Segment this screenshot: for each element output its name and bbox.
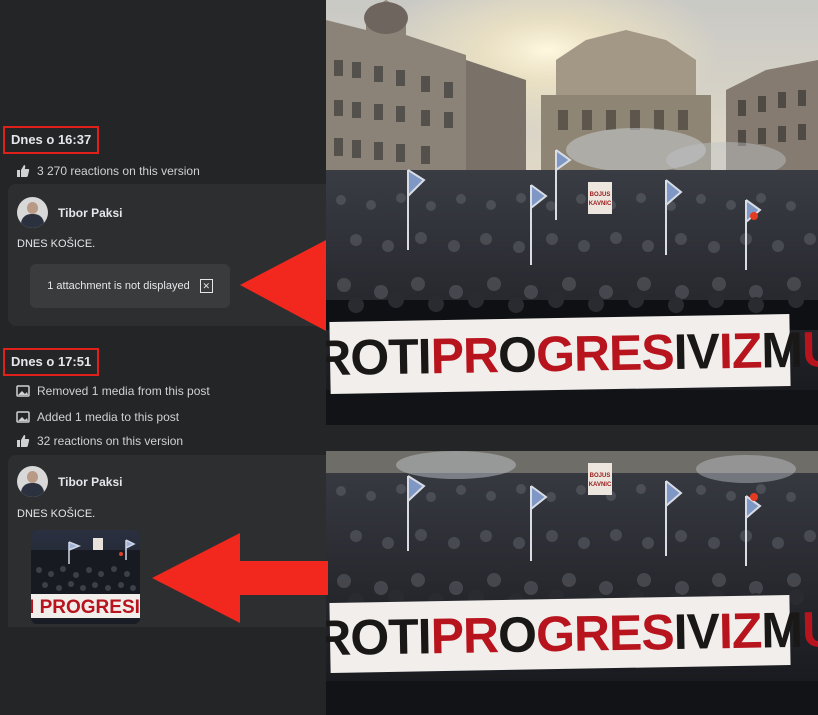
protest-photo-2: BOJUS KAVNIC [326, 451, 818, 715]
protest-photo-edited: BOJUS KAVNIC PROTI PR O GRES IV IZ M U [326, 451, 818, 715]
banner-word: O [497, 326, 537, 384]
author-name[interactable]: Tibor Paksi [58, 475, 122, 489]
banner-word: IV [673, 323, 720, 381]
banner-word: IZ [718, 602, 762, 660]
avatar[interactable] [17, 197, 48, 228]
banner-word: U [801, 601, 818, 658]
post-text: DNES KOŠICE. [17, 238, 96, 250]
protest-photo-original: BOJUS KAVNIC PROTI PR O GRES IV IZ M U [326, 0, 818, 425]
svg-text:KAVNIC: KAVNIC [589, 482, 612, 488]
banner-word: GRES [535, 604, 675, 663]
banner-word: IV [673, 603, 720, 661]
photo-icon [16, 385, 30, 397]
banner-word: U [801, 321, 818, 378]
change-added-row: Added 1 media to this post [16, 409, 179, 425]
reactions-row-2: 32 reactions on this version [16, 433, 183, 449]
banner-word: M [760, 601, 803, 659]
reactions-text: 32 reactions on this version [37, 434, 184, 448]
like-icon [17, 435, 30, 447]
banner-word: GRES [535, 324, 675, 383]
banner-word: PROTI [326, 328, 432, 387]
svg-text:BOJUS: BOJUS [590, 192, 611, 198]
protest-banner-2: PROTI PR O GRES IV IZ M U [326, 594, 818, 674]
banner-word: PROTI [326, 608, 432, 667]
svg-text:KAVNIC: KAVNIC [589, 201, 612, 207]
avatar[interactable] [17, 466, 48, 497]
post-text: DNES KOŠICE. [17, 508, 96, 520]
version-timestamp-1[interactable]: Dnes o 16:37 [3, 126, 100, 154]
post-media-thumbnail[interactable]: TI PROGRESIV [31, 530, 140, 624]
reactions-text: 3 270 reactions on this version [37, 164, 200, 178]
photo-icon [16, 411, 30, 423]
change-added-text: Added 1 media to this post [37, 410, 180, 424]
like-icon [17, 165, 30, 177]
change-removed-text: Removed 1 media from this post [37, 384, 210, 398]
arrow-left-icon [152, 533, 328, 623]
version-timestamp-2[interactable]: Dnes o 17:51 [3, 348, 100, 376]
banner-word: PR [430, 607, 499, 665]
post-author: Tibor Paksi [17, 466, 122, 497]
attachment-notice-text: 1 attachment is not displayed [47, 280, 190, 292]
banner-word: M [760, 321, 803, 379]
protest-banner-1: PROTI PR O GRES IV IZ M U [326, 313, 818, 395]
banner-word: PR [430, 327, 499, 385]
arrow-left-icon [240, 240, 326, 331]
reactions-row-1: 3 270 reactions on this version [16, 163, 200, 179]
banner-word: O [497, 606, 537, 664]
broken-image-icon: ✕ [199, 279, 213, 293]
banner-word: IZ [718, 322, 762, 380]
attachment-not-displayed: 1 attachment is not displayed ✕ [30, 264, 230, 308]
svg-text:BOJUS: BOJUS [590, 473, 611, 479]
thumbnail-banner-text: TI PROGRESIV [31, 597, 140, 618]
author-name[interactable]: Tibor Paksi [58, 206, 122, 220]
post-author: Tibor Paksi [17, 197, 122, 228]
change-removed-row: Removed 1 media from this post [16, 383, 210, 399]
